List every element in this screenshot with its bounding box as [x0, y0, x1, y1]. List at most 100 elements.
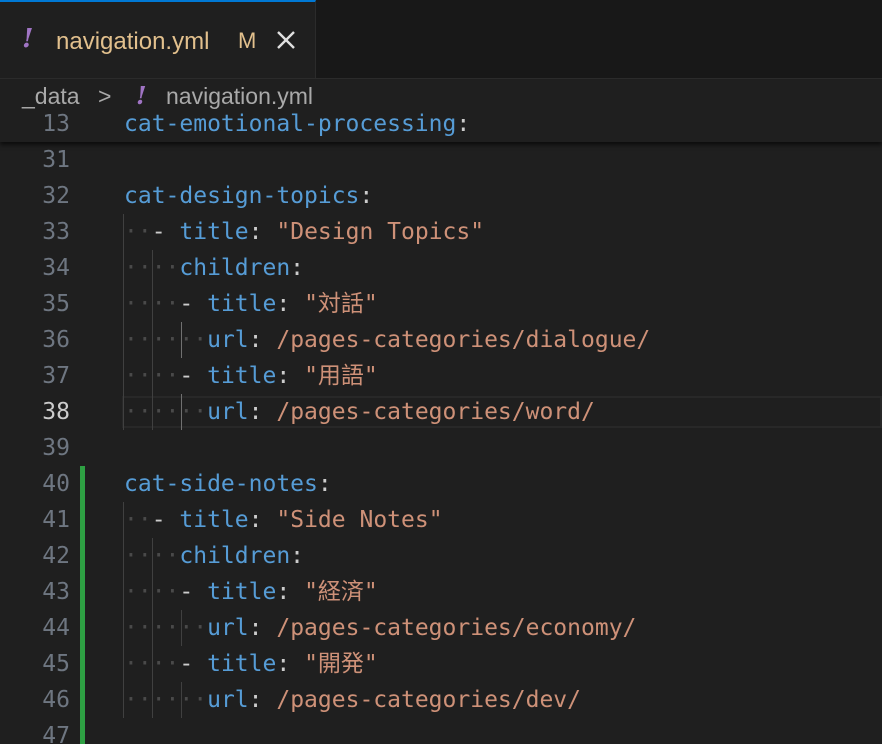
yaml-dash: - — [179, 363, 194, 389]
code-row[interactable]: 42 ····children: — [0, 538, 882, 574]
code-row[interactable]: 45 ····- title: "開発" — [0, 646, 882, 682]
line-number: 43 — [42, 579, 70, 605]
yaml-colon: : — [276, 579, 291, 605]
yaml-value: "開発" — [304, 651, 378, 677]
line-number: 31 — [42, 147, 70, 173]
yaml-colon: : — [248, 687, 263, 713]
code-line: cat-emotional-processing: — [124, 112, 470, 142]
yaml-colon: : — [248, 327, 263, 353]
code-row[interactable]: 33 ··- title: "Design Topics" — [0, 214, 882, 250]
code-line: ····- title: "開発" — [124, 646, 378, 682]
yaml-colon: : — [248, 507, 263, 533]
tab-label: navigation.yml — [56, 28, 210, 55]
code-row[interactable]: 31 — [0, 142, 882, 178]
close-icon[interactable] — [272, 26, 300, 54]
yaml-key: url — [207, 327, 249, 353]
code-row[interactable]: 41 ··- title: "Side Notes" — [0, 502, 882, 538]
yaml-key: children — [179, 255, 291, 281]
yaml-key: title — [207, 291, 277, 317]
yaml-dash: - — [151, 219, 166, 245]
code-row[interactable]: 35 ····- title: "対話" — [0, 286, 882, 322]
code-line: cat-design-topics: — [124, 178, 373, 214]
yaml-colon: : — [248, 219, 263, 245]
yaml-colon: : — [456, 112, 471, 137]
yaml-file-icon: ! — [22, 24, 34, 54]
line-number: 34 — [42, 255, 70, 281]
code-line: ··- title: "Design Topics" — [124, 214, 484, 250]
yaml-colon: : — [290, 255, 305, 281]
code-line: ······url: /pages-categories/dev/ — [124, 682, 581, 718]
code-line: ······url: /pages-categories/dialogue/ — [124, 322, 650, 358]
yaml-key: url — [207, 687, 249, 713]
code-row[interactable]: 34 ····children: — [0, 250, 882, 286]
line-number: 40 — [42, 471, 70, 497]
yaml-value: /pages-categories/dev/ — [276, 687, 581, 713]
line-number: 32 — [42, 183, 70, 209]
yaml-key: title — [207, 579, 277, 605]
whitespace-dots: ······ — [124, 327, 208, 353]
breadcrumb: _data > ! navigation.yml — [0, 79, 882, 115]
yaml-key: cat-emotional-processing — [124, 112, 457, 137]
indent-guide — [152, 538, 153, 718]
yaml-colon: : — [276, 291, 291, 317]
yaml-value: "Side Notes" — [276, 507, 443, 533]
yaml-key: url — [207, 615, 249, 641]
yaml-colon: : — [317, 471, 332, 497]
line-number: 46 — [42, 687, 70, 713]
line-number: 36 — [42, 327, 70, 353]
yaml-colon: : — [248, 615, 263, 641]
yaml-colon: : — [359, 183, 374, 209]
yaml-colon: : — [276, 363, 291, 389]
yaml-colon: : — [276, 651, 291, 677]
git-added-indicator[interactable] — [80, 466, 85, 744]
code-row[interactable]: 44 ······url: /pages-categories/economy/ — [0, 610, 882, 646]
indent-guide — [181, 394, 182, 430]
yaml-dash: - — [179, 651, 194, 677]
yaml-value: "経済" — [304, 579, 378, 605]
line-number: 45 — [42, 651, 70, 677]
chevron-right-icon: > — [98, 83, 112, 109]
yaml-key: title — [207, 363, 277, 389]
code-line: ····- title: "経済" — [124, 574, 378, 610]
code-row[interactable]: 37 ····- title: "用語" — [0, 358, 882, 394]
yaml-dash: - — [179, 579, 194, 605]
code-line: ····children: — [124, 250, 304, 286]
indent-guide — [152, 250, 153, 430]
line-number: 13 — [42, 112, 70, 137]
yaml-key: title — [179, 219, 249, 245]
yaml-value: /pages-categories/dialogue/ — [276, 327, 651, 353]
indent-guide — [123, 214, 124, 430]
line-number: 44 — [42, 615, 70, 641]
line-number: 41 — [42, 507, 70, 533]
code-row[interactable]: 43 ····- title: "経済" — [0, 574, 882, 610]
yaml-file-icon: ! — [136, 81, 147, 110]
code-row[interactable]: 47 — [0, 718, 882, 744]
code-row[interactable]: 32 cat-design-topics: — [0, 178, 882, 214]
code-line: cat-side-notes: — [124, 466, 332, 502]
code-row[interactable]: 46 ······url: /pages-categories/dev/ — [0, 682, 882, 718]
code-row[interactable]: 39 — [0, 430, 882, 466]
whitespace-dots: ·· — [124, 507, 152, 533]
breadcrumb-file[interactable]: navigation.yml — [166, 83, 313, 110]
yaml-value: "対話" — [304, 291, 378, 317]
yaml-key: title — [207, 651, 277, 677]
yaml-value: /pages-categories/economy/ — [276, 615, 637, 641]
indent-guide — [123, 502, 124, 718]
sticky-scroll-header[interactable]: 13 cat-emotional-processing: — [0, 112, 882, 142]
line-number: 42 — [42, 543, 70, 569]
line-number: 33 — [42, 219, 70, 245]
whitespace-dots: ······ — [124, 687, 208, 713]
code-row[interactable]: 36 ······url: /pages-categories/dialogue/ — [0, 322, 882, 358]
code-row[interactable]: 40 cat-side-notes: — [0, 466, 882, 502]
line-number: 39 — [42, 435, 70, 461]
indent-guide — [181, 682, 182, 718]
line-number: 37 — [42, 363, 70, 389]
whitespace-dots: ·· — [124, 219, 152, 245]
current-line-highlight — [122, 396, 882, 428]
yaml-key: cat-side-notes — [124, 471, 318, 497]
code-editor[interactable]: 31 32 cat-design-topics: 33 ··- title: "Desi… — [0, 112, 882, 744]
tab-navigation-yml[interactable]: ! navigation.yml M — [0, 0, 316, 78]
modified-badge: M — [238, 28, 257, 53]
breadcrumb-folder[interactable]: _data — [22, 83, 80, 110]
yaml-value: "Design Topics" — [276, 219, 485, 245]
